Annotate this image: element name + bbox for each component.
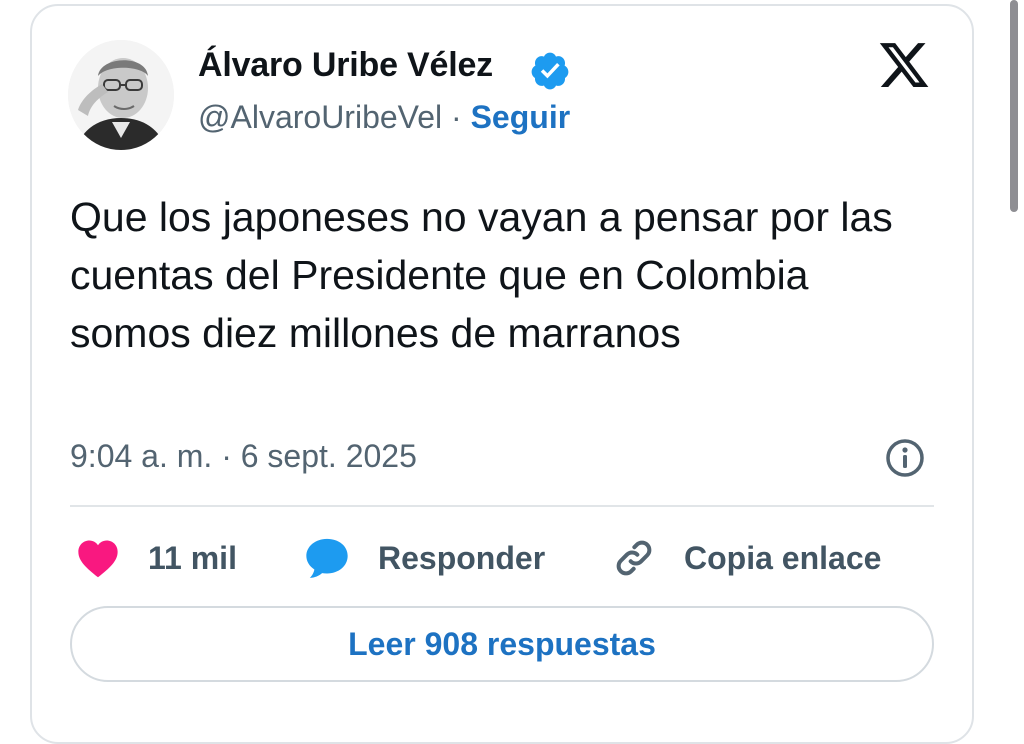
avatar[interactable]: [68, 40, 174, 150]
copy-link-button[interactable]: Copia enlace: [612, 532, 881, 584]
like-button[interactable]: 11 mil: [76, 532, 237, 584]
reply-label: Responder: [378, 539, 546, 576]
copy-link-label: Copia enlace: [684, 539, 882, 576]
info-icon[interactable]: [884, 437, 926, 479]
like-count: 11 mil: [148, 539, 237, 576]
link-icon: [616, 540, 652, 576]
author-name[interactable]: Álvaro Uribe Vélez: [198, 46, 493, 85]
scrollbar[interactable]: [1010, 0, 1018, 212]
divider: [70, 505, 934, 507]
speech-bubble-icon: [306, 538, 348, 578]
tweet-text: Que los japoneses no vayan a pensar por …: [70, 194, 893, 356]
heart-icon: [78, 540, 118, 578]
author-handle[interactable]: @AlvaroUribeVel: [198, 99, 442, 135]
read-replies-button[interactable]: Leer 908 respuestas: [70, 606, 934, 682]
reply-button[interactable]: Responder: [304, 532, 545, 584]
follow-button[interactable]: Seguir: [471, 99, 571, 135]
handle-separator: ·: [451, 99, 462, 135]
tweet-timestamp[interactable]: 9:04 a. m. · 6 sept. 2025: [70, 438, 417, 475]
verified-badge-icon: [531, 52, 569, 90]
handle-row: @AlvaroUribeVel · Seguir: [198, 99, 570, 136]
x-logo-icon[interactable]: [876, 38, 932, 92]
